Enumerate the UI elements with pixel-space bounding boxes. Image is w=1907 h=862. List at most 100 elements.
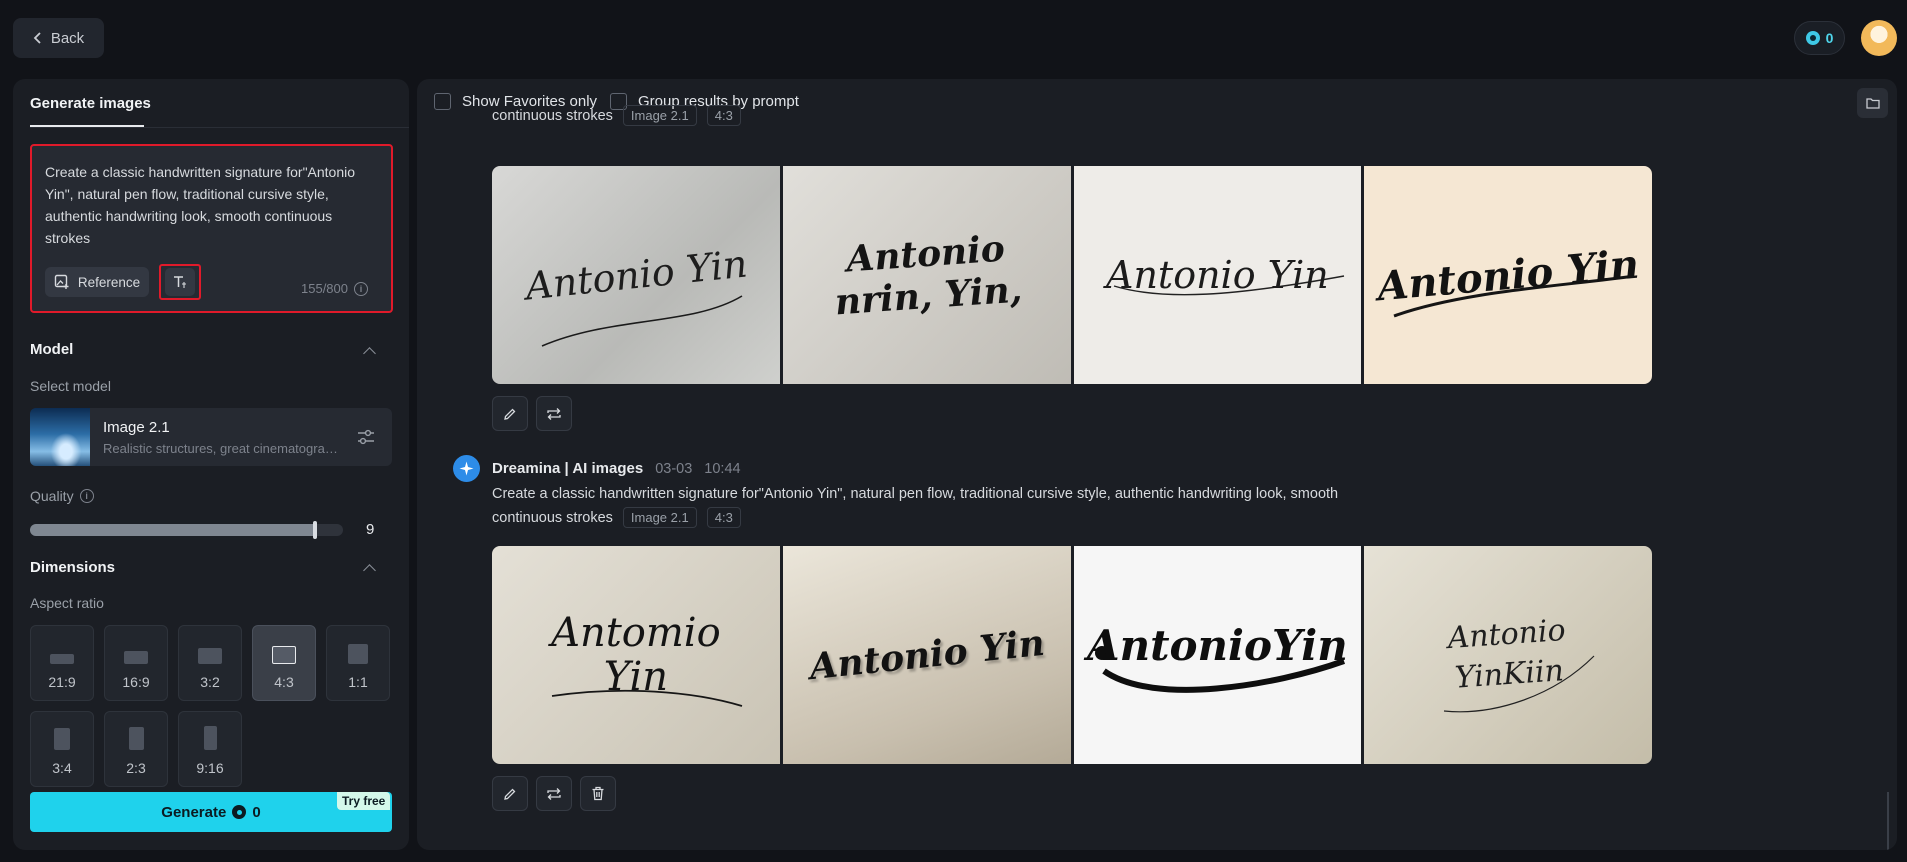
info-icon[interactable]: i [354, 281, 368, 296]
repeat-icon [547, 407, 561, 420]
ratio-16-9[interactable]: 16:9 [104, 625, 168, 701]
model-selector[interactable]: Image 2.1 Realistic structures, great ci… [30, 408, 392, 466]
result-image[interactable]: Antonio Yin [1364, 166, 1652, 384]
reference-label: Reference [77, 274, 141, 290]
ratio-2-3[interactable]: 2:3 [104, 711, 168, 787]
char-count: 155/800 [301, 281, 348, 296]
group2-model-tag: Image 2.1 [622, 507, 697, 528]
quality-label: Quality [30, 488, 74, 504]
dreamina-logo-icon [453, 455, 480, 482]
group2-actions [492, 776, 616, 811]
pencil-icon [504, 788, 516, 800]
quality-slider-handle[interactable] [312, 521, 317, 539]
signature-text: Antonio Yin [1106, 253, 1329, 297]
reference-button[interactable]: Reference [45, 267, 149, 297]
ratio-3-4[interactable]: 3:4 [30, 711, 94, 787]
credits-count: 0 [1825, 30, 1834, 46]
credit-coin-icon [1805, 31, 1820, 45]
quality-value: 9 [366, 521, 375, 538]
prompt-box[interactable]: Create a classic handwritten signature f… [30, 144, 393, 313]
reference-image-icon [54, 274, 69, 289]
scrollbar[interactable] [1887, 792, 1889, 850]
group2-prompt-tail: continuous strokes [492, 509, 613, 526]
try-free-badge: Try free [337, 792, 391, 810]
generate-cost: 0 [252, 803, 261, 821]
prompt-input[interactable]: Create a classic handwritten signature f… [45, 161, 380, 249]
tab-divider [30, 127, 409, 128]
aspect-ratio-label: Aspect ratio [30, 595, 104, 611]
ratio-21-9[interactable]: 21:9 [30, 625, 94, 701]
group2-meta: continuous strokes Image 2.1 4:3 [492, 507, 741, 528]
folder-button[interactable] [1857, 88, 1888, 118]
quality-slider[interactable] [30, 521, 343, 539]
tab-generate-images[interactable]: Generate images [30, 95, 151, 112]
results-panel: Show Favorites only Group results by pro… [417, 79, 1897, 850]
result-image[interactable]: AntonioYin [1073, 546, 1362, 764]
edit-button[interactable] [492, 776, 528, 811]
model-name: Image 2.1 [103, 419, 170, 436]
text-format-icon [174, 276, 186, 288]
quality-info-icon[interactable]: i [79, 489, 94, 503]
quality-label-row: Quality i [30, 488, 94, 504]
result-image[interactable]: Antomio Yin [492, 546, 780, 764]
dimensions-section-title: Dimensions [30, 559, 116, 576]
repeat-icon [547, 787, 561, 800]
result-image[interactable]: Antonio YinKiin [1364, 546, 1652, 764]
collapse-model-icon[interactable] [363, 347, 376, 360]
ratio-1-1[interactable]: 1:1 [326, 625, 390, 701]
chevron-left-icon [33, 32, 41, 44]
folder-icon [1865, 98, 1880, 109]
group1-meta: continuous strokes Image 2.1 4:3 [492, 105, 741, 126]
trash-icon [592, 786, 604, 801]
credit-coin-icon [232, 805, 247, 819]
sliders-icon[interactable] [357, 429, 375, 445]
avatar[interactable] [1861, 20, 1897, 56]
regenerate-button[interactable] [536, 396, 572, 431]
credits-button[interactable]: 0 [1794, 21, 1845, 55]
regenerate-button[interactable] [536, 776, 572, 811]
collapse-dimensions-icon[interactable] [363, 564, 376, 577]
ratio-4-3[interactable]: 4:3 [252, 625, 316, 701]
group1-actions [492, 396, 572, 431]
signature-text: AntonioYin [1086, 620, 1348, 670]
char-counter: 155/800 i [301, 281, 368, 296]
generate-panel: Generate images Create a classic handwri… [13, 79, 409, 850]
back-button[interactable]: Back [13, 18, 104, 58]
select-model-label: Select model [30, 378, 111, 394]
group1-prompt-tail: continuous strokes [492, 107, 613, 124]
result-image[interactable]: Antonio Yin [1073, 166, 1362, 384]
signature-text: Antonio Yin [807, 621, 1047, 689]
result-time: 10:44 [704, 460, 741, 477]
quality-slider-fill [30, 524, 315, 536]
top-bar: Back 0 [0, 0, 1907, 70]
aspect-ratio-grid: 21:9 16:9 3:2 4:3 1:1 3:4 2:3 9:16 [30, 625, 393, 787]
back-label: Back [50, 29, 85, 47]
group1-ratio-tag: 4:3 [706, 105, 741, 126]
result-image[interactable]: Antonio Yin [492, 166, 780, 384]
result-date: 03-03 [655, 460, 693, 477]
group2-image-row: Antomio Yin Antonio Yin AntonioYin Anton… [492, 546, 1652, 764]
signature-text: Antomio Yin [551, 610, 721, 700]
group2-prompt: Create a classic handwritten signature f… [492, 486, 1339, 502]
signature-text: Antonio nrin, Yin, [833, 227, 1024, 324]
model-description: Realistic structures, great cinematograp… [103, 441, 343, 456]
group2-ratio-tag: 4:3 [706, 507, 741, 528]
group1-model-tag: Image 2.1 [622, 105, 697, 126]
pencil-icon [504, 408, 516, 420]
tab-underline [30, 125, 144, 127]
result-image[interactable]: Antonio Yin [782, 546, 1071, 764]
group2-header: Dreamina | AI images 03-03 10:44 [453, 455, 741, 482]
signature-text: Antonio YinKiin [1446, 612, 1567, 696]
agent-name: Dreamina | AI images [492, 460, 644, 477]
show-favorites-checkbox[interactable] [434, 93, 451, 110]
model-section-title: Model [30, 341, 74, 358]
ratio-3-2[interactable]: 3:2 [178, 625, 242, 701]
model-thumbnail [30, 408, 90, 466]
result-image[interactable]: Antonio nrin, Yin, [782, 166, 1071, 384]
generate-label: Generate [161, 803, 227, 821]
delete-button[interactable] [580, 776, 616, 811]
text-style-button[interactable] [159, 264, 201, 300]
edit-button[interactable] [492, 396, 528, 431]
ratio-9-16[interactable]: 9:16 [178, 711, 242, 787]
group1-image-row: Antonio Yin Antonio nrin, Yin, Antonio Y… [492, 166, 1652, 384]
